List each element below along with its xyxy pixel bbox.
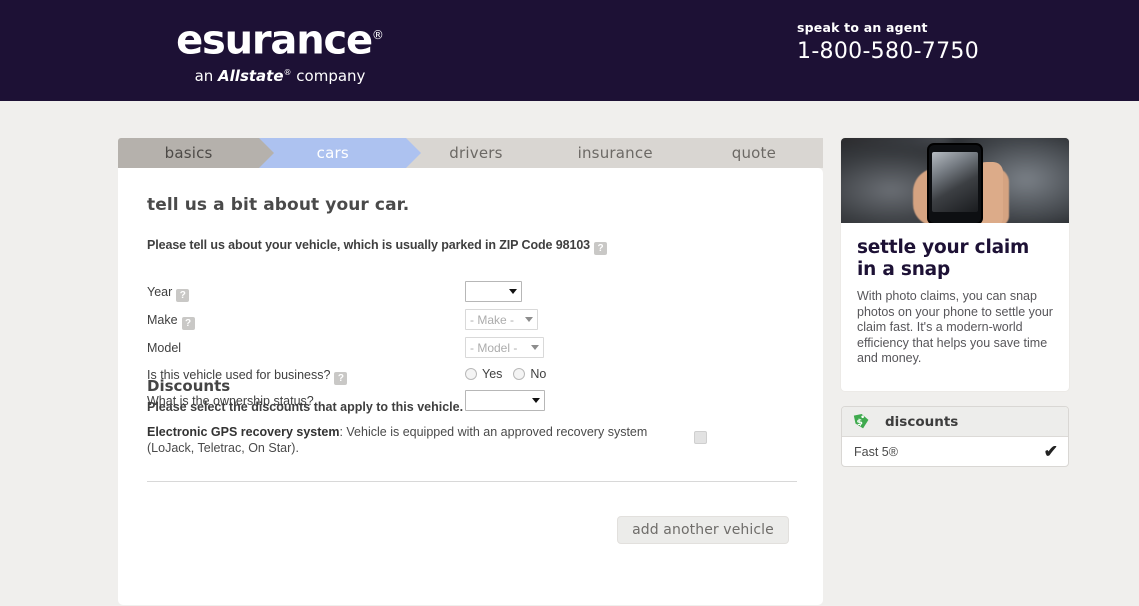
- ownership-select-wrapper: [465, 390, 545, 411]
- agent-contact: speak to an agent 1-800-580-7750: [797, 20, 979, 66]
- step-insurance-label: insurance: [578, 144, 653, 162]
- ownership-status-select[interactable]: [465, 390, 545, 411]
- step-drivers[interactable]: drivers: [406, 138, 545, 168]
- field-row-year: Year?: [147, 281, 797, 307]
- step-arrow-icon: [406, 138, 421, 168]
- promo-image: [841, 138, 1069, 223]
- discounts-widget-title: discounts: [885, 414, 958, 430]
- field-row-model: Model - Model -: [147, 337, 797, 363]
- help-icon[interactable]: ?: [176, 289, 189, 302]
- step-basics[interactable]: basics: [118, 138, 259, 168]
- step-insurance[interactable]: insurance: [546, 138, 685, 168]
- form-intro-label: Please tell us about your vehicle, which…: [147, 238, 590, 252]
- discount-gps-text: Electronic GPS recovery system: Vehicle …: [147, 424, 652, 456]
- site-header: esurance® an Allstate® company speak to …: [0, 0, 1139, 101]
- esurance-logo[interactable]: esurance® an Allstate® company: [130, 13, 430, 85]
- logo-tagline: an Allstate® company: [130, 64, 430, 85]
- logo-registered-mark: ®: [372, 28, 384, 42]
- business-use-radio-yes-label[interactable]: Yes: [482, 367, 502, 381]
- field-row-business-use: Is this vehicle used for business?? Yes …: [147, 364, 797, 390]
- model-select-wrapper: - Model -: [465, 337, 544, 358]
- logo-wordmark: esurance®: [130, 13, 430, 62]
- make-label: Make?: [147, 313, 195, 330]
- promo-title: settle your claim in a snap: [857, 237, 1053, 281]
- discount-row-gps: Electronic GPS recovery system: Vehicle …: [147, 424, 767, 456]
- vehicle-form-card: tell us a bit about your car. Please tel…: [118, 168, 823, 605]
- year-select[interactable]: [465, 281, 522, 302]
- year-control: [465, 281, 522, 302]
- page-body: basics cars drivers insurance quote: [0, 101, 1139, 606]
- discounts-widget-header: $ discounts: [842, 407, 1068, 437]
- step-drivers-label: drivers: [449, 144, 502, 162]
- business-use-control: Yes No: [465, 367, 552, 381]
- help-icon[interactable]: ?: [182, 317, 195, 330]
- ownership-status-control: [465, 390, 545, 411]
- make-select-wrapper: - Make -: [465, 309, 538, 330]
- section-divider: [147, 481, 797, 482]
- promo-title-line1: settle your claim: [857, 237, 1053, 259]
- check-icon: ✔: [1044, 443, 1058, 460]
- discounts-heading: Discounts: [147, 377, 230, 395]
- page-title: tell us a bit about your car.: [147, 195, 409, 215]
- progress-steps: basics cars drivers insurance quote: [118, 138, 823, 168]
- logo-tagline-suffix: company: [292, 67, 366, 85]
- step-cars-label: cars: [317, 144, 349, 162]
- business-use-radio-group: Yes No: [465, 367, 552, 381]
- promo-image-phone-screen: [932, 152, 978, 212]
- logo-wordmark-text: esurance: [176, 17, 372, 63]
- discount-gps-title: Electronic GPS recovery system: [147, 425, 339, 439]
- step-arrow-icon: [685, 138, 700, 168]
- promo-body: settle your claim in a snap With photo c…: [841, 223, 1069, 367]
- make-select[interactable]: - Make -: [465, 309, 538, 330]
- logo-tagline-brand: Allstate: [218, 67, 283, 85]
- discounts-widget-row-label: Fast 5®: [854, 445, 898, 459]
- business-use-radio-yes[interactable]: [465, 368, 477, 380]
- promo-body-text: With photo claims, you can snap photos o…: [857, 289, 1053, 367]
- promo-image-phone: [927, 143, 983, 223]
- field-row-make: Make? - Make -: [147, 309, 797, 335]
- logo-tagline-prefix: an: [195, 67, 218, 85]
- discounts-subheading: Please select the discounts that apply t…: [147, 400, 463, 414]
- year-select-wrapper: [465, 281, 522, 302]
- step-cars[interactable]: cars: [259, 138, 406, 168]
- year-label: Year?: [147, 285, 189, 302]
- help-icon[interactable]: ?: [594, 242, 607, 255]
- model-select[interactable]: - Model -: [465, 337, 544, 358]
- promo-card[interactable]: settle your claim in a snap With photo c…: [841, 138, 1069, 391]
- green-price-tag-icon: $: [852, 412, 871, 431]
- logo-tagline-registered-mark: ®: [284, 68, 292, 77]
- step-quote[interactable]: quote: [685, 138, 823, 168]
- business-use-radio-no-label[interactable]: No: [530, 367, 546, 381]
- step-basics-label: basics: [165, 144, 213, 162]
- model-label: Model: [147, 341, 181, 355]
- agent-label: speak to an agent: [797, 20, 979, 36]
- make-label-text: Make: [147, 313, 178, 327]
- business-use-radio-no[interactable]: [513, 368, 525, 380]
- year-label-text: Year: [147, 285, 172, 299]
- step-arrow-icon: [546, 138, 561, 168]
- form-intro-text: Please tell us about your vehicle, which…: [147, 238, 607, 255]
- step-quote-label: quote: [732, 144, 776, 162]
- agent-phone-number[interactable]: 1-800-580-7750: [797, 38, 979, 66]
- help-icon[interactable]: ?: [334, 372, 347, 385]
- model-label-text: Model: [147, 341, 181, 355]
- model-control: - Model -: [465, 337, 544, 358]
- discount-gps-checkbox[interactable]: [694, 431, 707, 444]
- add-another-vehicle-button[interactable]: add another vehicle: [617, 516, 789, 544]
- step-arrow-icon: [259, 138, 274, 168]
- promo-title-line2: in a snap: [857, 259, 1053, 281]
- discounts-widget-row: Fast 5® ✔: [842, 437, 1068, 466]
- make-control: - Make -: [465, 309, 538, 330]
- discounts-widget: $ discounts Fast 5® ✔: [841, 406, 1069, 467]
